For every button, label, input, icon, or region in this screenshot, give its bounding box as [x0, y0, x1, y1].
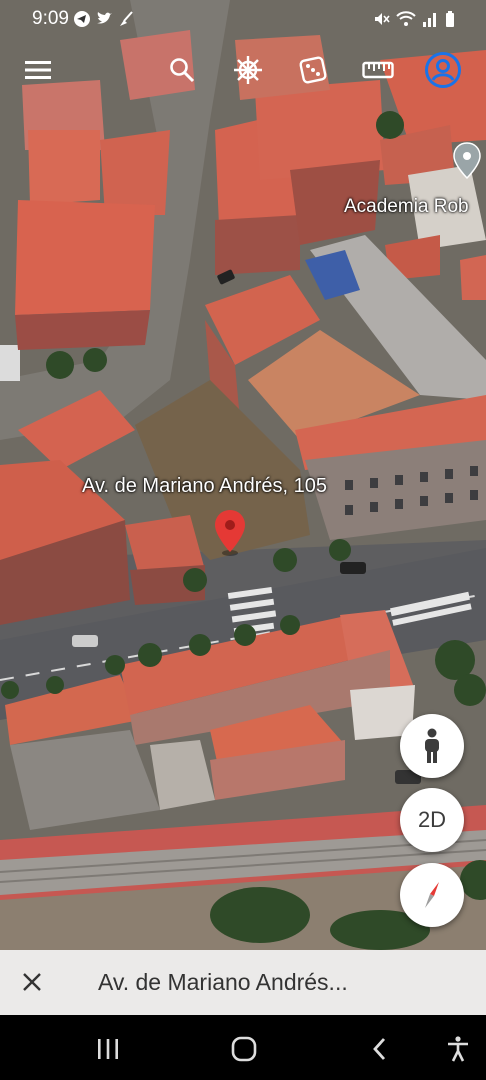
ruler-icon	[362, 61, 394, 79]
street-view-button[interactable]	[400, 714, 464, 778]
back-button[interactable]	[360, 1029, 400, 1069]
feeling-lucky-button[interactable]	[293, 50, 333, 90]
close-icon	[23, 973, 41, 991]
battery-icon	[446, 11, 454, 27]
dice-icon	[299, 56, 327, 84]
status-system-icons	[372, 10, 456, 28]
view-mode-toggle-button[interactable]: 2D	[400, 788, 464, 852]
compass-icon	[425, 882, 439, 908]
view-mode-label: 2D	[417, 807, 447, 832]
search-icon	[170, 58, 195, 83]
menu-icon	[25, 61, 51, 79]
recents-icon	[98, 1039, 118, 1059]
satellite-map-view[interactable]: Academia Rob Av. de Mariano Andrés, 105	[0, 0, 486, 1015]
back-icon	[373, 1038, 386, 1060]
voyager-button[interactable]	[228, 50, 268, 90]
place-label[interactable]: Academia Rob	[344, 196, 469, 218]
accessibility-icon	[448, 1036, 468, 1062]
broom-icon	[120, 11, 133, 26]
close-search-button[interactable]	[12, 962, 52, 1002]
menu-button[interactable]	[18, 50, 58, 90]
mute-icon	[375, 13, 390, 25]
signal-icon	[423, 13, 436, 27]
ship-wheel-icon	[234, 56, 262, 84]
home-icon	[231, 1036, 257, 1062]
status-notification-icons	[73, 10, 135, 28]
search-query-text[interactable]: Av. de Mariano Andrés...	[98, 969, 348, 996]
account-button[interactable]	[423, 50, 463, 90]
search-button[interactable]	[162, 50, 202, 90]
status-time: 9:09	[32, 8, 69, 29]
search-result-bar[interactable]: Av. de Mariano Andrés...	[0, 950, 486, 1015]
status-bar: 9:09	[0, 0, 486, 40]
telegram-icon	[74, 11, 90, 27]
home-button[interactable]	[224, 1029, 264, 1069]
address-label[interactable]: Av. de Mariano Andrés, 105	[82, 475, 327, 498]
measure-button[interactable]	[358, 50, 398, 90]
recents-button[interactable]	[88, 1029, 128, 1069]
aerial-imagery	[0, 0, 486, 1015]
account-icon	[425, 52, 461, 88]
system-navigation-bar	[0, 1015, 486, 1080]
twitter-icon	[97, 12, 112, 24]
compass-button[interactable]	[400, 863, 464, 927]
wifi-icon	[396, 11, 416, 26]
pegman-icon	[425, 728, 439, 763]
accessibility-button[interactable]	[438, 1029, 478, 1069]
